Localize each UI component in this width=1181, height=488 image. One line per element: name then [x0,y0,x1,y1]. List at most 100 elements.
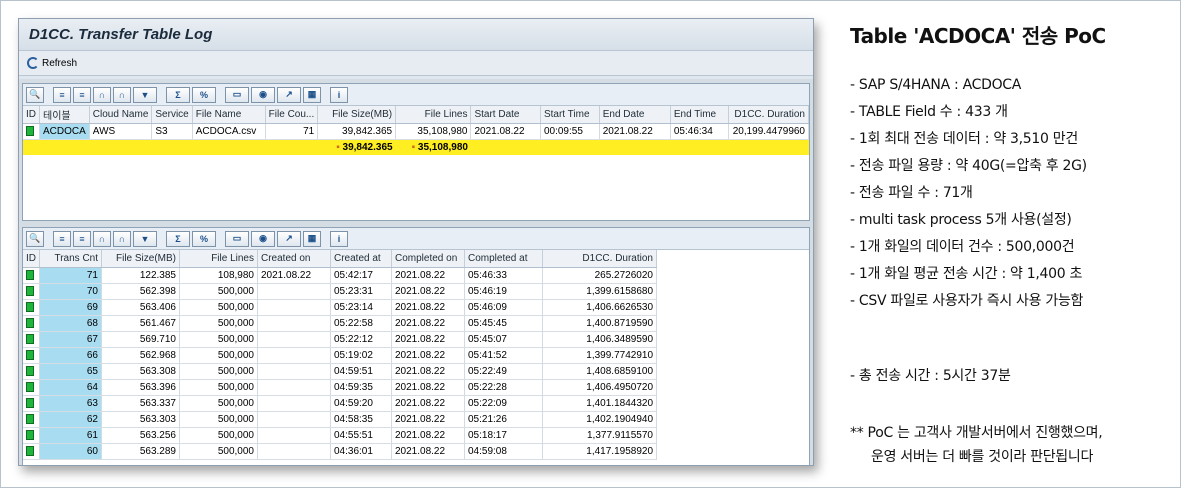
sort-descending-icon[interactable]: ≡ [73,230,91,247]
table-row[interactable]: 60 563.289 500,000 04:36:01 2021.08.22 04:59:… [23,443,657,460]
col-start-date[interactable]: Start Date [470,106,541,124]
col-trans-cnt[interactable]: Trans Cnt [39,250,102,268]
sort-descending-icon[interactable]: ≡ [73,86,91,103]
col-start-time[interactable]: Start Time [540,106,600,124]
cell-created-at: 05:19:02 [330,347,392,364]
col-end-date[interactable]: End Date [599,106,671,124]
table-row[interactable]: 67 569.710 500,000 05:22:12 2021.08.22 05:45:… [23,331,657,348]
subtotal-icon[interactable]: % [192,86,216,103]
cell-size: 563.303 [101,411,180,428]
col-file-size[interactable]: File Size(MB) [317,106,397,124]
cell-created-at: 05:22:12 [330,331,392,348]
cell-duration: 1,399.6158680 [542,283,657,300]
cell-completed-at: 05:46:19 [464,283,543,300]
sort-ascending-icon[interactable]: ≡ [53,230,71,247]
note-item: - 1개 화일 평균 전송 시간 : 약 1,400 초 [850,266,1083,282]
col-id[interactable]: ID [23,106,40,124]
cell-file-size: 39,842.365 [317,123,397,140]
table-row[interactable]: 68 561.467 500,000 05:22:58 2021.08.22 05:45:… [23,315,657,332]
header-row: ID Trans Cnt File Size(MB) File Lines Cr… [23,250,657,268]
layout-icon[interactable]: ▦ [303,86,321,103]
print-icon[interactable]: ▭ [225,86,249,103]
cell-file-count: 71 [265,123,319,140]
cell-created-at: 04:59:51 [330,363,392,380]
details-icon[interactable]: 🔍 [26,86,44,103]
cell-completed-at: 05:18:17 [464,427,543,444]
print-icon[interactable]: ▭ [225,230,249,247]
export-icon[interactable]: ↗ [277,86,301,103]
cell-created-on [257,379,331,396]
find-icon[interactable]: ∩ [93,230,111,247]
status-green-icon [26,365,34,376]
sap-app-toolbar: Refresh [19,51,813,76]
cell-file-name: ACDOCA.csv [192,123,266,140]
col-completed-at[interactable]: Completed at [464,250,543,268]
export-icon[interactable]: ↗ [277,230,301,247]
table-row[interactable]: 66 562.968 500,000 05:19:02 2021.08.22 05:41:… [23,347,657,364]
status-green-icon [26,429,34,440]
table-row[interactable]: 63 563.337 500,000 04:59:20 2021.08.22 05:22:… [23,395,657,412]
cell-lines: 500,000 [179,363,258,380]
notes-title: Table 'ACDOCA' 전송 PoC [850,24,1106,48]
views-icon[interactable]: ◉ [251,86,275,103]
cell-created-at: 04:55:51 [330,427,392,444]
refresh-button[interactable]: Refresh [42,58,77,69]
col-file-lines[interactable]: File Lines [179,250,258,268]
table-row[interactable]: 64 563.396 500,000 04:59:35 2021.08.22 05:22:… [23,379,657,396]
layout-icon[interactable]: ▦ [303,230,321,247]
col-file-size[interactable]: File Size(MB) [101,250,180,268]
table-row[interactable]: ACDOCA AWS S3 ACDOCA.csv 71 39,842.365 3… [23,123,809,140]
total-icon[interactable]: Σ [166,230,190,247]
views-icon[interactable]: ◉ [251,230,275,247]
table-row[interactable]: 71 122.385 108,980 2021.08.22 05:42:17 2021.0… [23,267,657,284]
col-duration[interactable]: D1CC. Duration [542,250,657,268]
cell-lines: 500,000 [179,283,258,300]
cell-completed-at: 05:45:45 [464,315,543,332]
col-service[interactable]: Service [151,106,193,124]
footnote: ** PoC 는 고객사 개발서버에서 진행했으며, 운영 서버는 더 빠를 것… [850,421,1170,469]
col-file-name[interactable]: File Name [192,106,266,124]
cell-cnt: 64 [39,379,102,396]
filter-icon[interactable]: ▼ [133,86,157,103]
table-row[interactable]: 70 562.398 500,000 05:23:31 2021.08.22 05:46:… [23,283,657,300]
note-item: - 1개 화일의 데이터 건수 : 500,000건 [850,239,1075,255]
cell-duration: 1,402.1904940 [542,411,657,428]
col-id[interactable]: ID [23,250,40,268]
table-row[interactable]: 61 563.256 500,000 04:55:51 2021.08.22 05:18:… [23,427,657,444]
total-icon[interactable]: Σ [166,86,190,103]
cell-lines: 500,000 [179,331,258,348]
cell-created-on [257,411,331,428]
table-row[interactable]: 65 563.308 500,000 04:59:51 2021.08.22 05:22:… [23,363,657,380]
transfer-detail-table: ID Trans Cnt File Size(MB) File Lines Cr… [23,250,657,460]
col-table[interactable]: 테이블 [39,106,90,124]
col-duration[interactable]: D1CC. Duration [728,106,809,124]
filter-icon[interactable]: ▼ [133,230,157,247]
col-completed-on[interactable]: Completed on [391,250,465,268]
subtotal-icon[interactable]: % [192,230,216,247]
footnote-line-1: ** PoC 는 고객사 개발서버에서 진행했으며, [850,425,1103,441]
total-file-lines: ▪ 35,108,980 [395,139,471,155]
cell-created-on [257,283,331,300]
col-file-count[interactable]: File Cou... [265,106,319,124]
details-icon[interactable]: 🔍 [26,230,44,247]
col-end-time[interactable]: End Time [670,106,730,124]
sort-ascending-icon[interactable]: ≡ [53,86,71,103]
cell-completed-at: 05:21:26 [464,411,543,428]
cell-duration: 1,406.4950720 [542,379,657,396]
find-next-icon[interactable]: ∩ [113,86,131,103]
table-row[interactable]: 62 563.303 500,000 04:58:35 2021.08.22 05:21:… [23,411,657,428]
info-icon[interactable]: i [330,230,348,247]
col-file-lines[interactable]: File Lines [395,106,472,124]
cell-size: 563.256 [101,427,180,444]
find-icon[interactable]: ∩ [93,86,111,103]
find-next-icon[interactable]: ∩ [113,230,131,247]
col-created-at[interactable]: Created at [330,250,392,268]
col-cloud[interactable]: Cloud Name [89,106,153,124]
col-created-on[interactable]: Created on [257,250,331,268]
table-row[interactable]: 69 563.406 500,000 05:23:14 2021.08.22 05:46:… [23,299,657,316]
cell-service: S3 [151,123,193,140]
status-green-icon [26,317,34,328]
cell-lines: 108,980 [179,267,258,284]
info-icon[interactable]: i [330,86,348,103]
refresh-icon [27,57,39,69]
